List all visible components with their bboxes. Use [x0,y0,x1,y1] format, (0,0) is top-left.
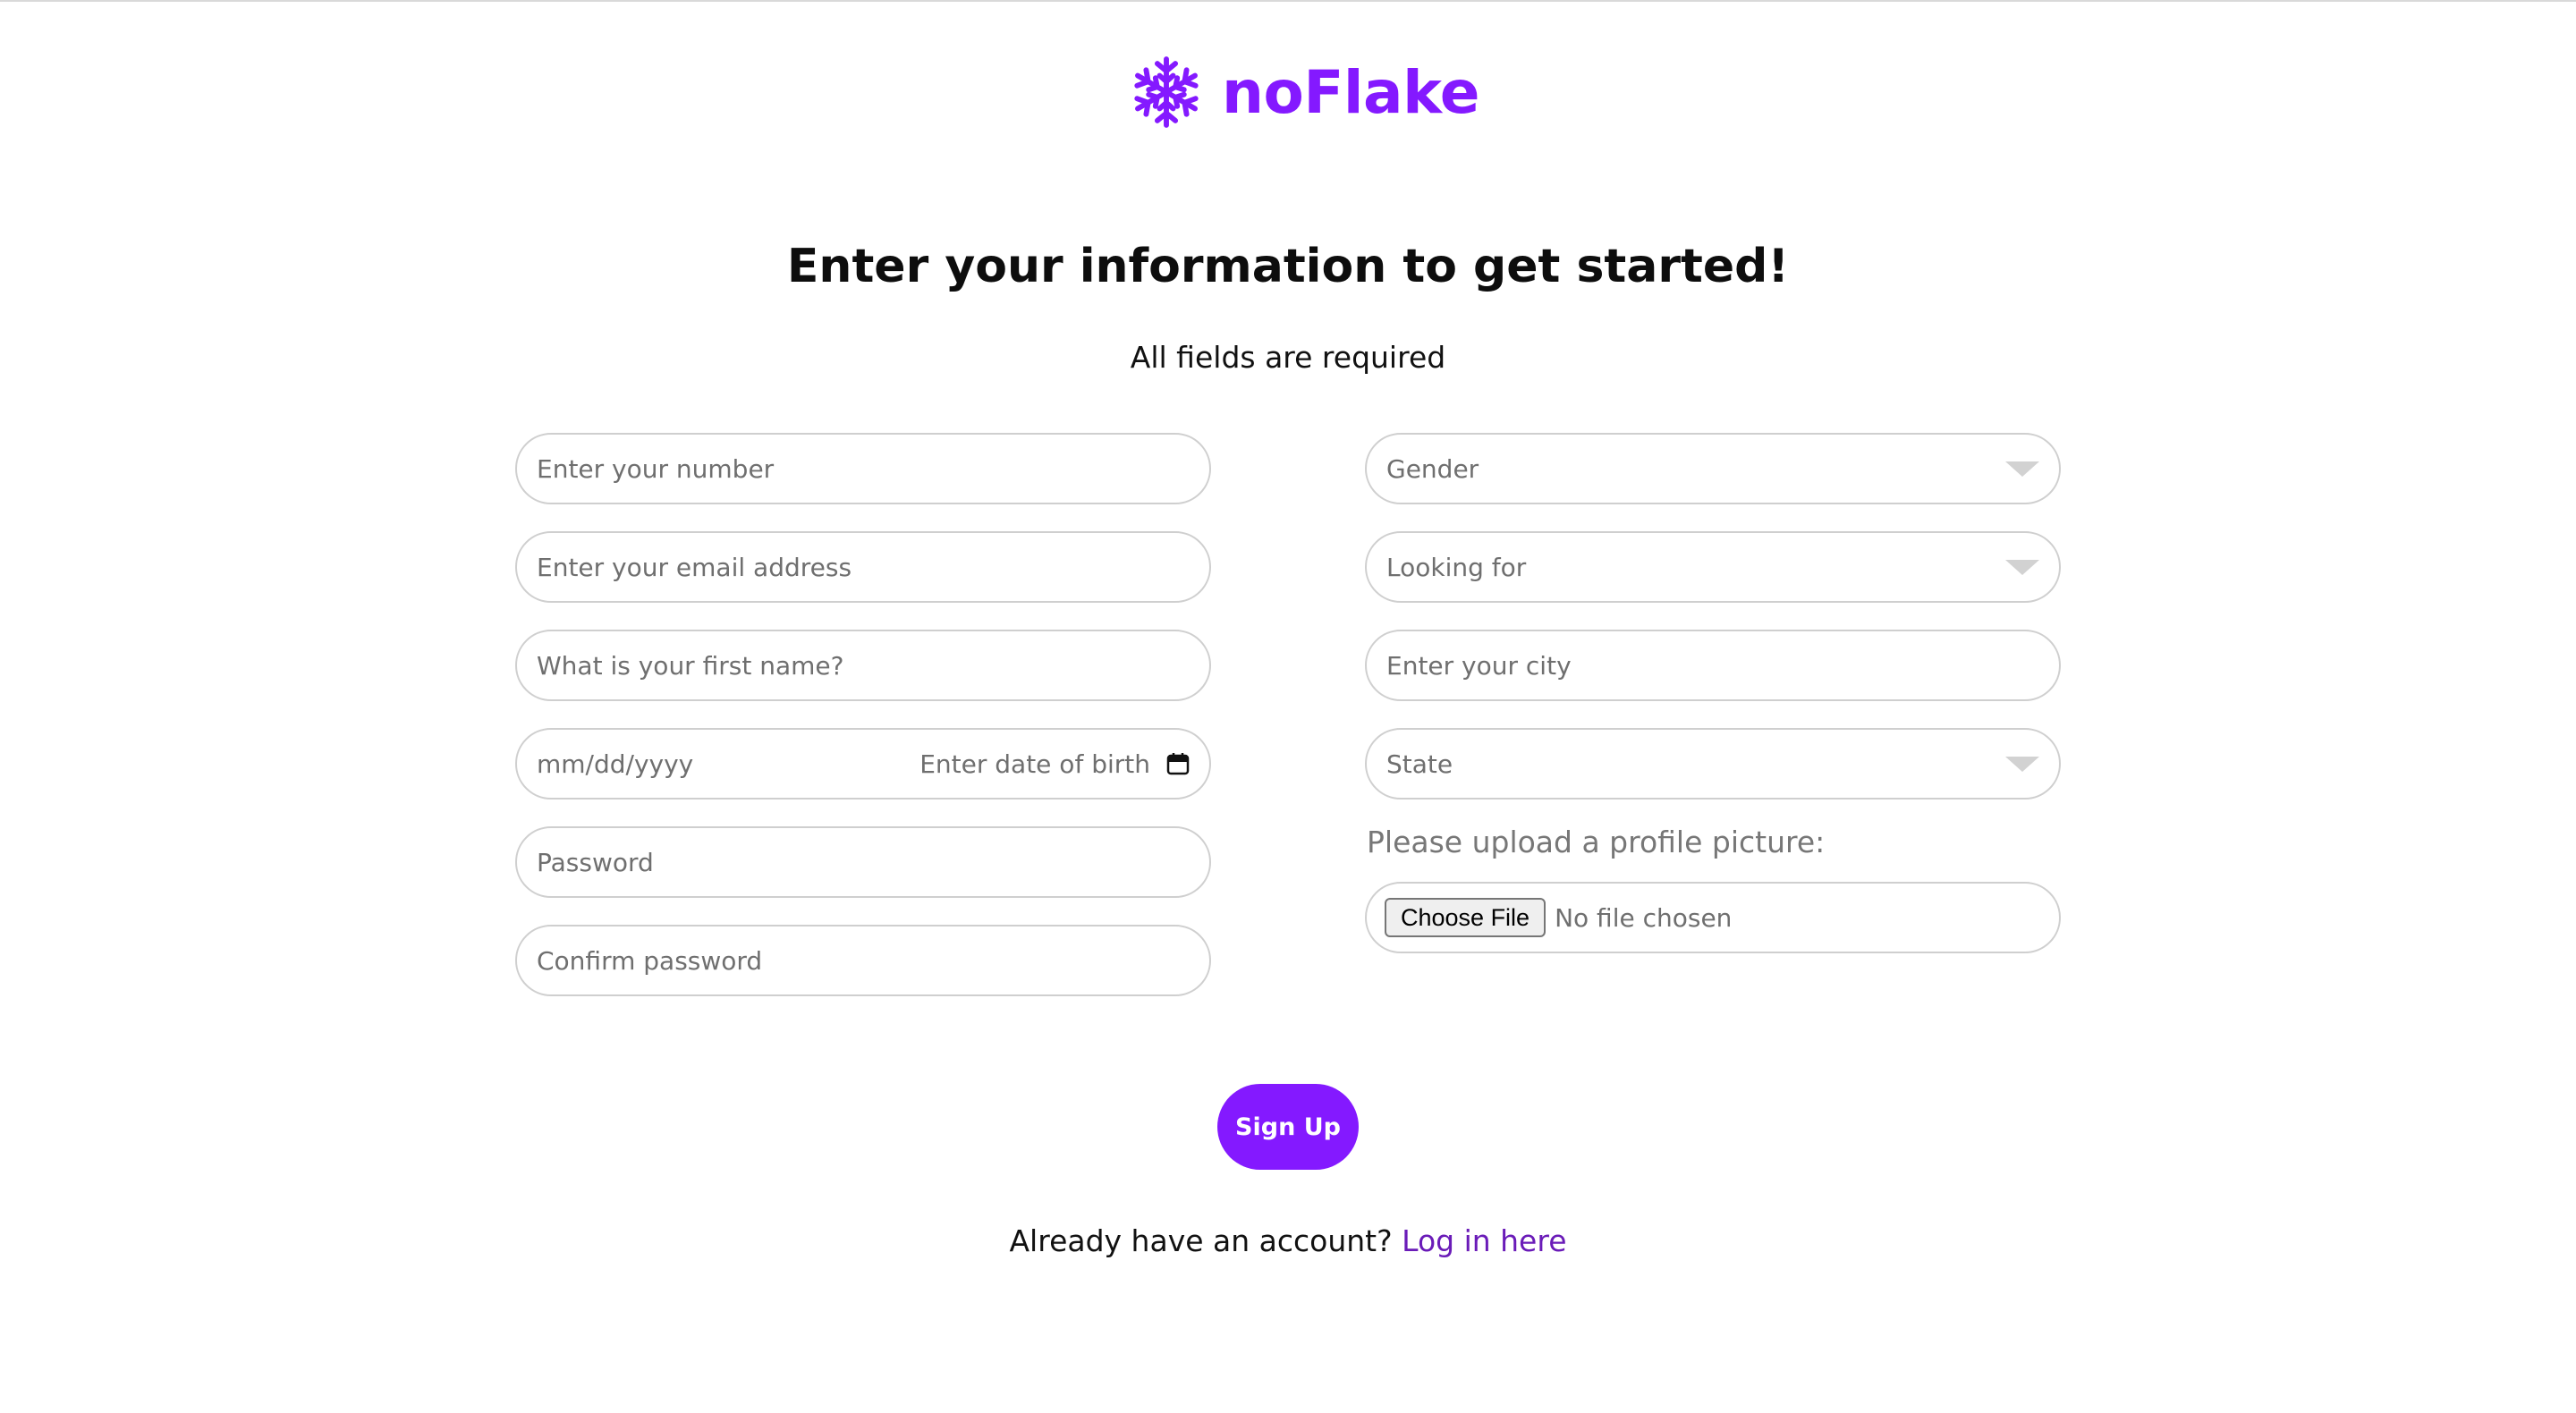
city-input[interactable]: Enter your city [1365,630,2061,701]
snowflake-icon [1129,56,1204,130]
gender-select[interactable]: Gender [1365,433,2061,504]
confirm-password-placeholder: Confirm password [537,945,763,976]
upload-label: Please upload a profile picture: [1367,825,1826,859]
brand-logo[interactable]: noFlake [1129,52,1479,132]
brand-name: noFlake [1222,57,1479,127]
looking-for-select[interactable]: Looking for [1365,531,2061,603]
caret-down-icon [2005,461,2039,477]
gender-placeholder: Gender [1386,453,1479,484]
dob-format: mm/dd/yyyy [537,749,694,779]
city-placeholder: Enter your city [1386,650,1572,681]
page-title: Enter your information to get started! [786,240,1790,293]
caret-down-icon [2005,559,2039,575]
file-status: No file chosen [1555,902,1733,933]
password-input[interactable]: Password [515,826,1211,898]
choose-file-button[interactable]: Choose File [1385,898,1546,937]
confirm-password-input[interactable]: Confirm password [515,925,1211,996]
email-input[interactable]: Enter your email address [515,531,1211,603]
first-name-placeholder: What is your first name? [537,650,844,681]
login-prompt-line: Already have an account? Log in here [0,1223,2576,1258]
sign-up-button[interactable]: Sign Up [1217,1084,1359,1170]
required-note: All fields are required [1130,340,1446,375]
state-select[interactable]: State [1365,728,2061,800]
profile-picture-file-input[interactable]: Choose File No file chosen [1365,882,2061,953]
date-of-birth-input[interactable]: mm/dd/yyyy Enter date of birth [515,728,1211,800]
calendar-icon[interactable] [1166,752,1190,775]
top-border [0,0,2576,2]
login-link[interactable]: Log in here [1402,1223,1566,1258]
password-placeholder: Password [537,847,654,877]
dob-label: Enter date of birth [919,749,1150,779]
phone-number-input[interactable]: Enter your number [515,433,1211,504]
caret-down-icon [2005,756,2039,772]
phone-number-placeholder: Enter your number [537,453,775,484]
email-placeholder: Enter your email address [537,552,852,582]
login-prompt: Already have an account? [1009,1223,1393,1258]
state-placeholder: State [1386,749,1453,779]
first-name-input[interactable]: What is your first name? [515,630,1211,701]
looking-for-placeholder: Looking for [1386,552,1527,582]
